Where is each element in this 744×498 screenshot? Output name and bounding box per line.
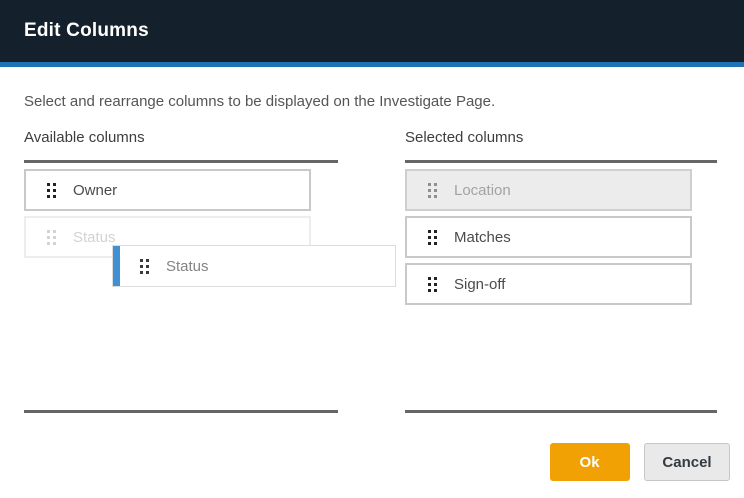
column-item-label: Matches [454, 229, 511, 246]
drag-handle-icon[interactable] [140, 259, 149, 274]
column-item-location: Location [405, 169, 692, 211]
accent-bar [0, 62, 744, 67]
drag-handle-icon [47, 230, 56, 245]
drag-handle-icon[interactable] [47, 183, 56, 198]
column-item-label: Sign-off [454, 276, 505, 293]
selected-bottom-rule [405, 410, 717, 413]
available-columns-heading: Available columns [24, 128, 338, 148]
selected-columns-list: Location Matches Sign-off [405, 163, 717, 410]
column-item-label: Location [454, 182, 511, 199]
drag-handle-icon [428, 183, 437, 198]
column-item-matches[interactable]: Matches [405, 216, 692, 258]
dialog-title: Edit Columns [24, 20, 149, 42]
column-item-owner[interactable]: Owner [24, 169, 311, 211]
ok-button[interactable]: Ok [550, 443, 630, 481]
column-item-signoff[interactable]: Sign-off [405, 263, 692, 305]
column-item-label: Status [166, 258, 209, 275]
dragged-column-item-status[interactable]: Status [112, 245, 396, 287]
drag-active-indicator-bar [113, 246, 120, 286]
column-item-label: Owner [73, 182, 117, 199]
available-bottom-rule [24, 410, 338, 413]
drag-handle-icon[interactable] [428, 277, 437, 292]
selected-columns-panel: Selected columns Location Matches Sign-o… [405, 128, 717, 413]
column-item-label: Status [73, 229, 116, 246]
dialog-description: Select and rearrange columns to be displ… [24, 92, 744, 112]
cancel-button[interactable]: Cancel [644, 443, 730, 481]
edit-columns-dialog: Edit Columns Select and rearrange column… [0, 0, 744, 498]
dialog-header: Edit Columns [0, 0, 744, 62]
drag-handle-icon[interactable] [428, 230, 437, 245]
selected-columns-heading: Selected columns [405, 128, 717, 148]
dialog-footer: Ok Cancel [24, 443, 744, 481]
